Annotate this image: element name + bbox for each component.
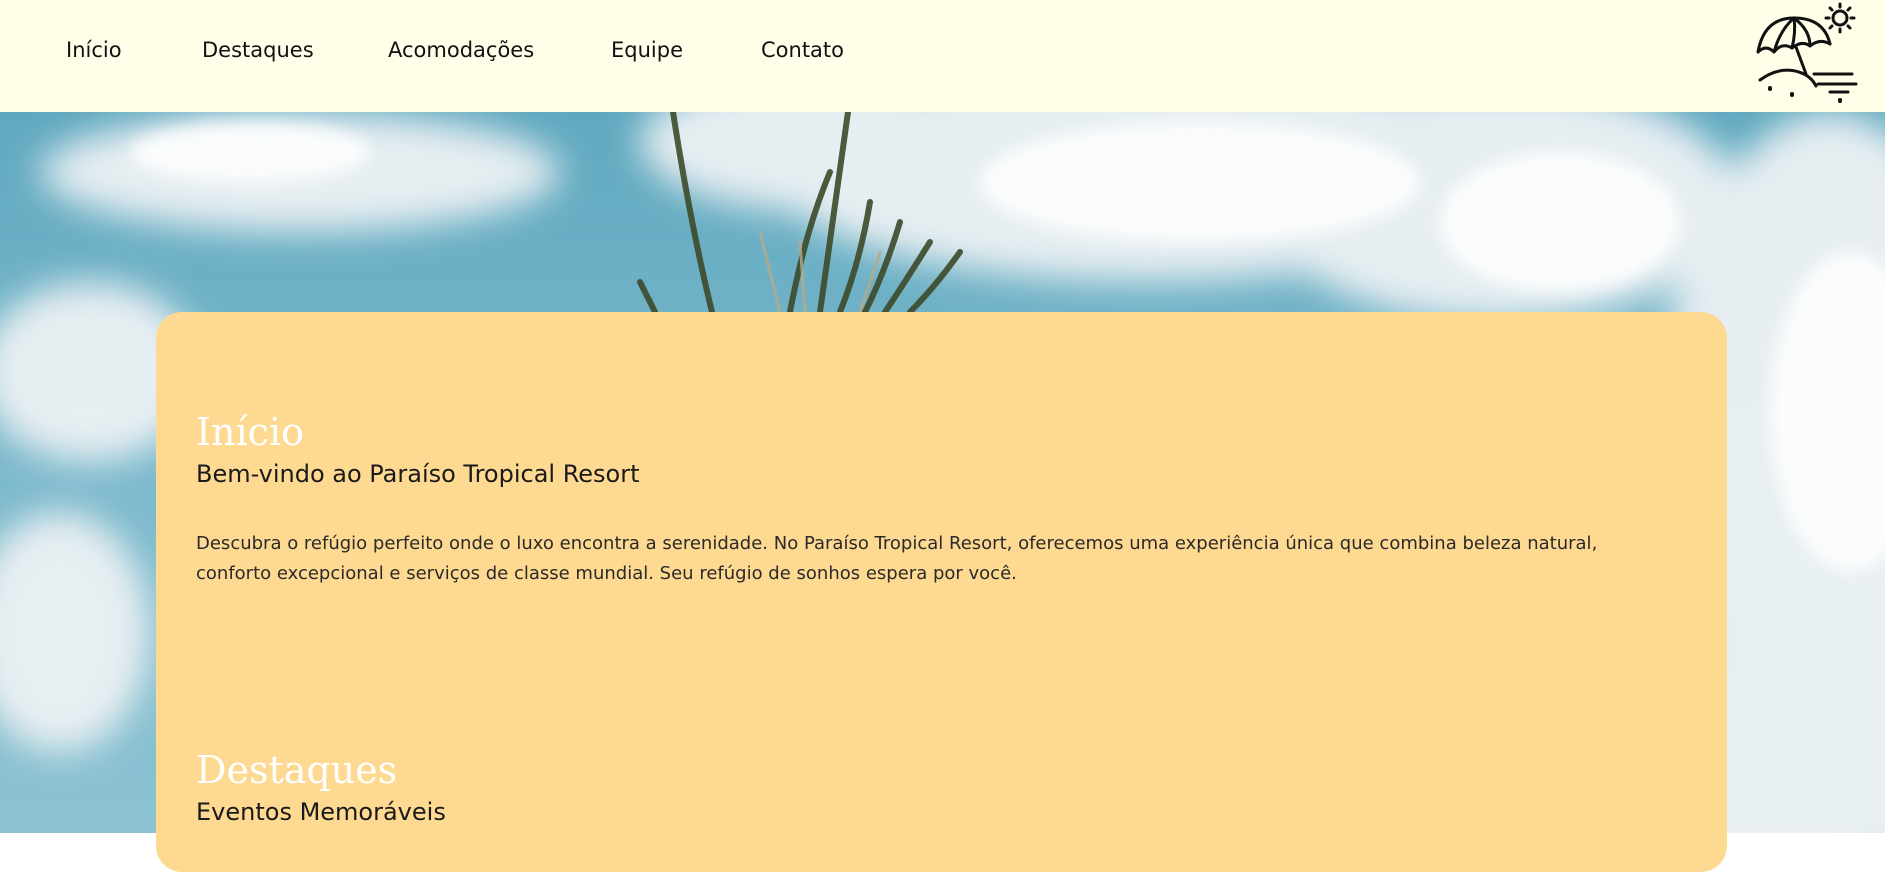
nav-link-inicio[interactable]: Início: [66, 38, 122, 62]
navbar: Início Destaques Acomodações Equipe Cont…: [0, 0, 1885, 112]
nav-link-destaques[interactable]: Destaques: [202, 38, 314, 62]
nav-link-contato[interactable]: Contato: [761, 38, 844, 62]
beach-umbrella-sun-icon[interactable]: [1752, 2, 1860, 106]
section-title-inicio: Início: [196, 410, 304, 454]
section-title-destaques: Destaques: [196, 748, 398, 792]
nav-link-acomodacoes[interactable]: Acomodações: [388, 38, 534, 62]
section-destaques: Destaques Eventos Memoráveis: [196, 748, 1647, 827]
section-subtitle-inicio: Bem-vindo ao Paraíso Tropical Resort: [196, 459, 640, 488]
section-subtitle-destaques: Eventos Memoráveis: [196, 797, 446, 826]
content-card: Início Bem-vindo ao Paraíso Tropical Res…: [156, 312, 1727, 872]
section-body-inicio: Descubra o refúgio perfeito onde o luxo …: [196, 532, 1598, 584]
section-inicio: Início Bem-vindo ao Paraíso Tropical Res…: [196, 410, 1647, 589]
nav-link-equipe[interactable]: Equipe: [611, 38, 683, 62]
